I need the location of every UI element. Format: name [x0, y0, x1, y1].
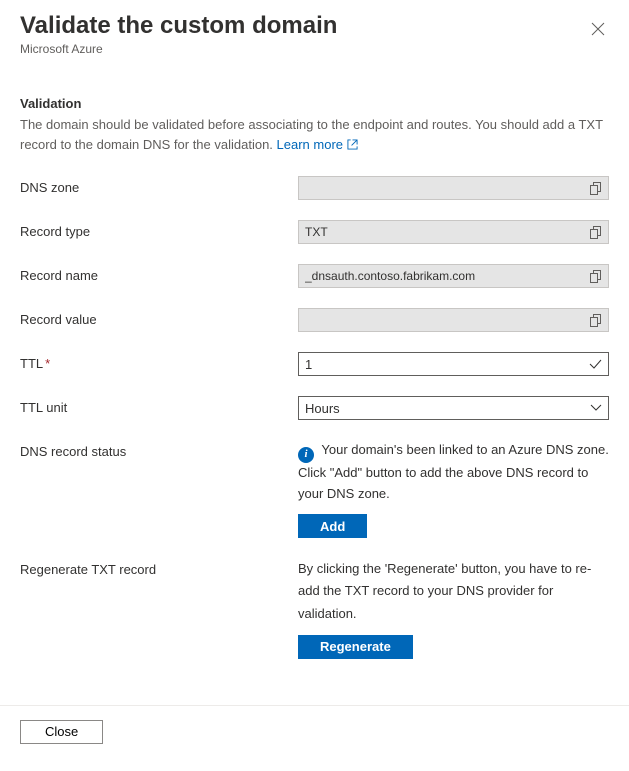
- regenerate-button[interactable]: Regenerate: [298, 635, 413, 659]
- copy-icon[interactable]: [590, 182, 602, 195]
- copy-icon[interactable]: [590, 314, 602, 327]
- page-subtitle: Microsoft Azure: [20, 42, 337, 56]
- checkmark-icon: [589, 359, 602, 370]
- ttl-select[interactable]: 1: [298, 352, 609, 376]
- record-value-field: [298, 308, 609, 332]
- chevron-down-icon: [590, 404, 602, 412]
- external-link-icon: [347, 137, 358, 152]
- regenerate-label: Regenerate TXT record: [20, 558, 298, 577]
- ttl-label: TTL*: [20, 352, 298, 371]
- record-name-label: Record name: [20, 264, 298, 283]
- ttl-unit-select[interactable]: Hours: [298, 396, 609, 420]
- record-name-field: _dnsauth.contoso.fabrikam.com: [298, 264, 609, 288]
- dns-zone-label: DNS zone: [20, 176, 298, 195]
- record-type-field: TXT: [298, 220, 609, 244]
- dns-zone-field: [298, 176, 609, 200]
- validation-description: The domain should be validated before as…: [20, 115, 609, 154]
- copy-icon[interactable]: [590, 270, 602, 283]
- close-button[interactable]: Close: [20, 720, 103, 744]
- add-button[interactable]: Add: [298, 514, 367, 538]
- record-type-label: Record type: [20, 220, 298, 239]
- validation-heading: Validation: [20, 96, 609, 111]
- learn-more-link[interactable]: Learn more: [277, 137, 358, 152]
- info-icon: i: [298, 447, 314, 463]
- record-value-label: Record value: [20, 308, 298, 327]
- regenerate-message: By clicking the 'Regenerate' button, you…: [298, 558, 609, 624]
- ttl-unit-label: TTL unit: [20, 396, 298, 415]
- copy-icon[interactable]: [590, 226, 602, 239]
- close-icon[interactable]: [587, 18, 609, 44]
- dns-record-status-message: i Your domain's been linked to an Azure …: [298, 440, 609, 504]
- page-title: Validate the custom domain: [20, 12, 337, 40]
- dns-record-status-label: DNS record status: [20, 440, 298, 459]
